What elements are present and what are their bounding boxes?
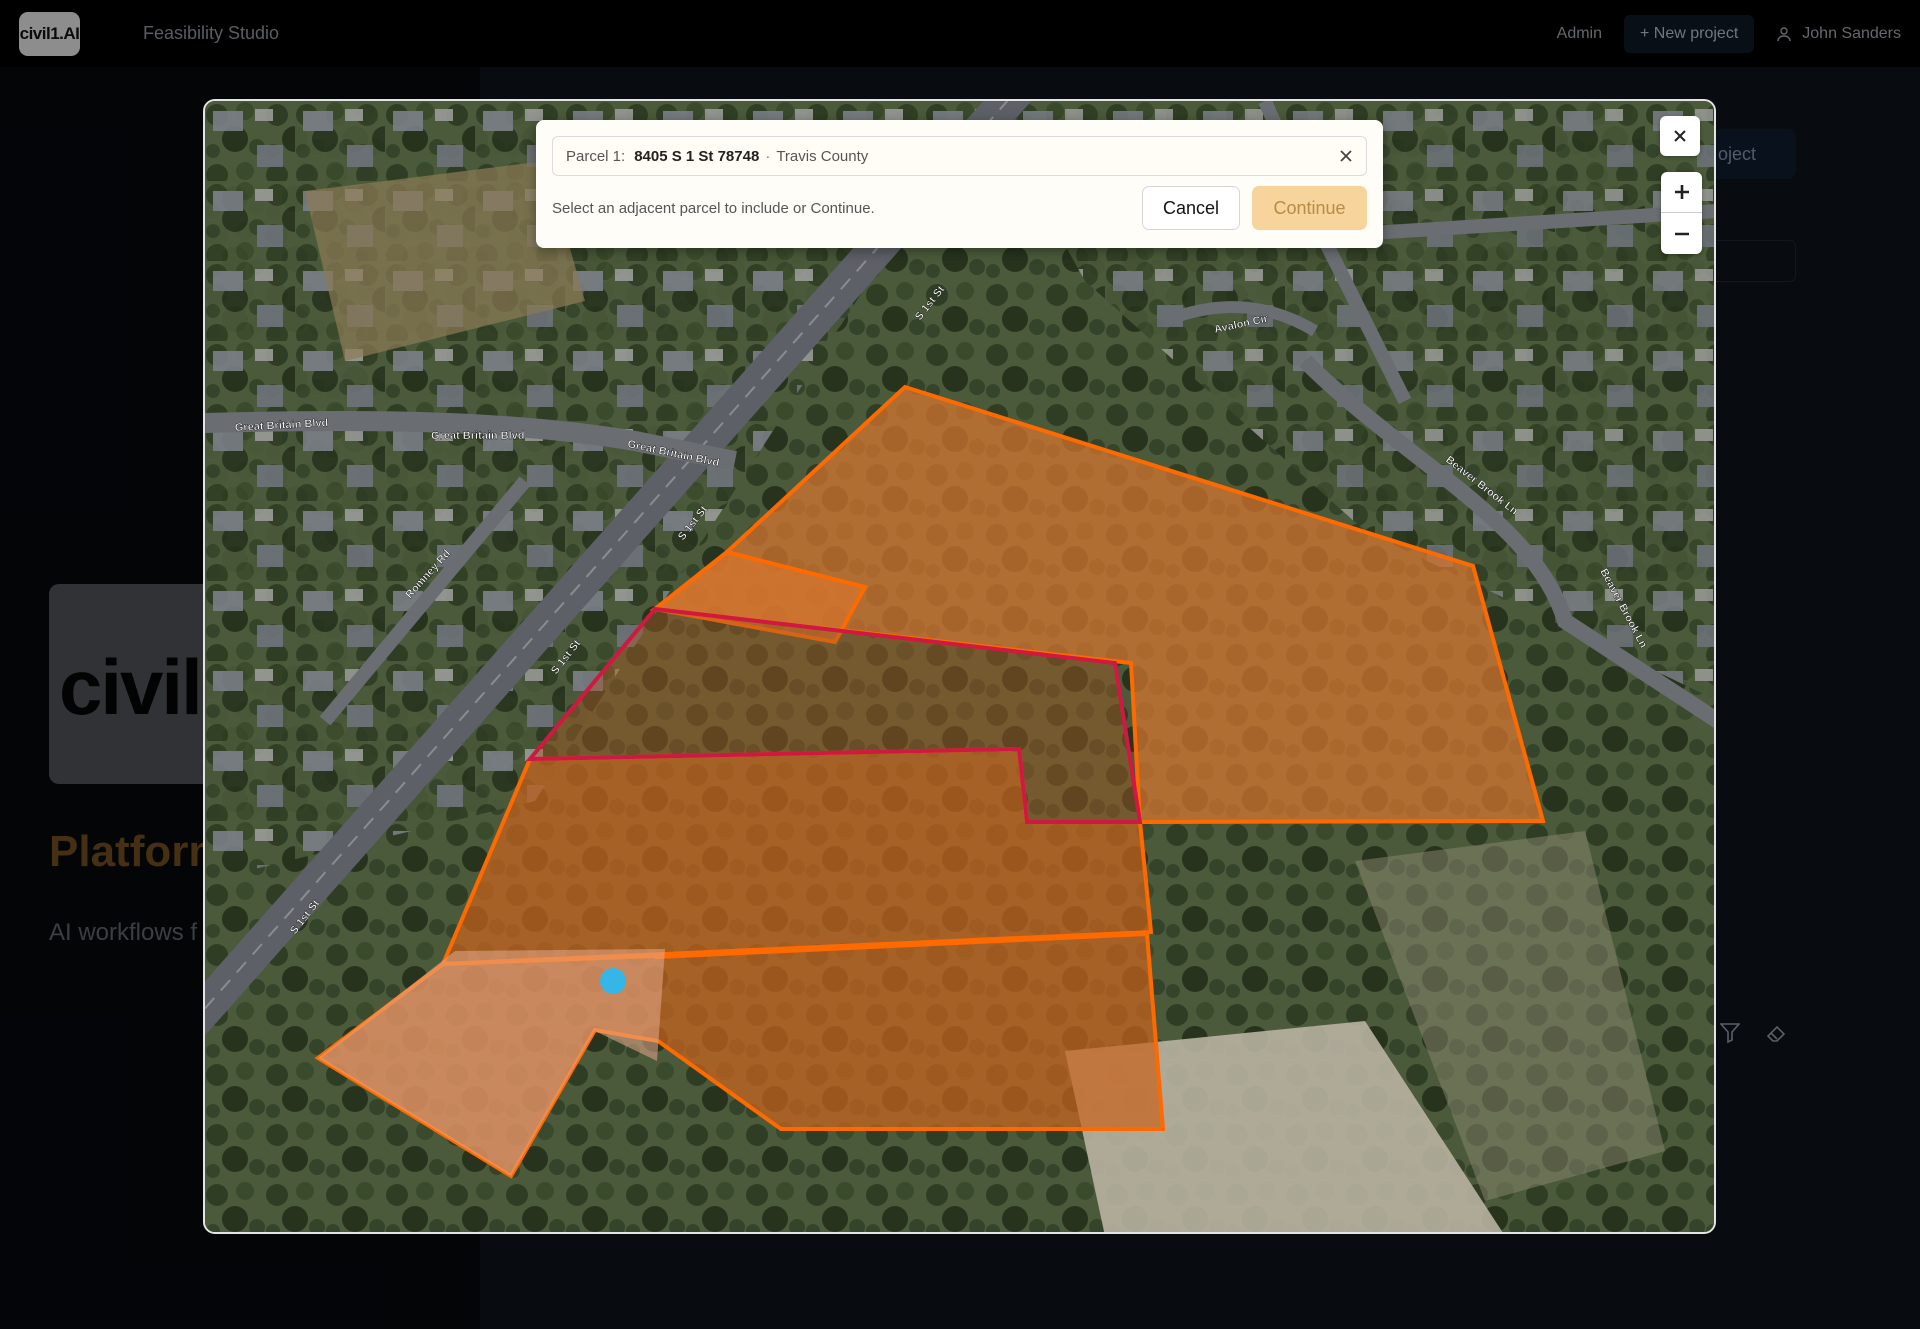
close-modal-button[interactable] bbox=[1660, 116, 1700, 156]
street-label-great-britain-2: Great Britain Blvd bbox=[431, 430, 525, 442]
parcel-map-modal: Great Britain Blvd Great Britain Blvd Gr… bbox=[203, 99, 1716, 1234]
cancel-button[interactable]: Cancel bbox=[1142, 186, 1240, 230]
parcel-selection-panel: Parcel 1: 8405 S 1 St 78748 · Travis Cou… bbox=[536, 120, 1383, 248]
pool bbox=[600, 968, 626, 994]
continue-button[interactable]: Continue bbox=[1252, 186, 1367, 230]
minus-icon bbox=[1674, 232, 1689, 235]
parcel-selection-field[interactable]: Parcel 1: 8405 S 1 St 78748 · Travis Cou… bbox=[552, 136, 1367, 176]
zoom-controls bbox=[1661, 172, 1702, 254]
zoom-out-button[interactable] bbox=[1661, 213, 1702, 254]
parcel-separator: · bbox=[765, 147, 771, 165]
satellite-map[interactable]: Great Britain Blvd Great Britain Blvd Gr… bbox=[205, 101, 1716, 1234]
plus-icon bbox=[1674, 185, 1689, 199]
parcel-prefix: Parcel 1: bbox=[566, 147, 626, 165]
close-icon bbox=[1674, 130, 1686, 142]
zoom-in-button[interactable] bbox=[1661, 172, 1702, 213]
clear-parcel-icon[interactable] bbox=[1339, 149, 1353, 163]
parcel-address: 8405 S 1 St 78748 bbox=[634, 147, 760, 165]
selection-hint: Select an adjacent parcel to include or … bbox=[552, 200, 875, 217]
parcel-county: Travis County bbox=[776, 147, 869, 165]
